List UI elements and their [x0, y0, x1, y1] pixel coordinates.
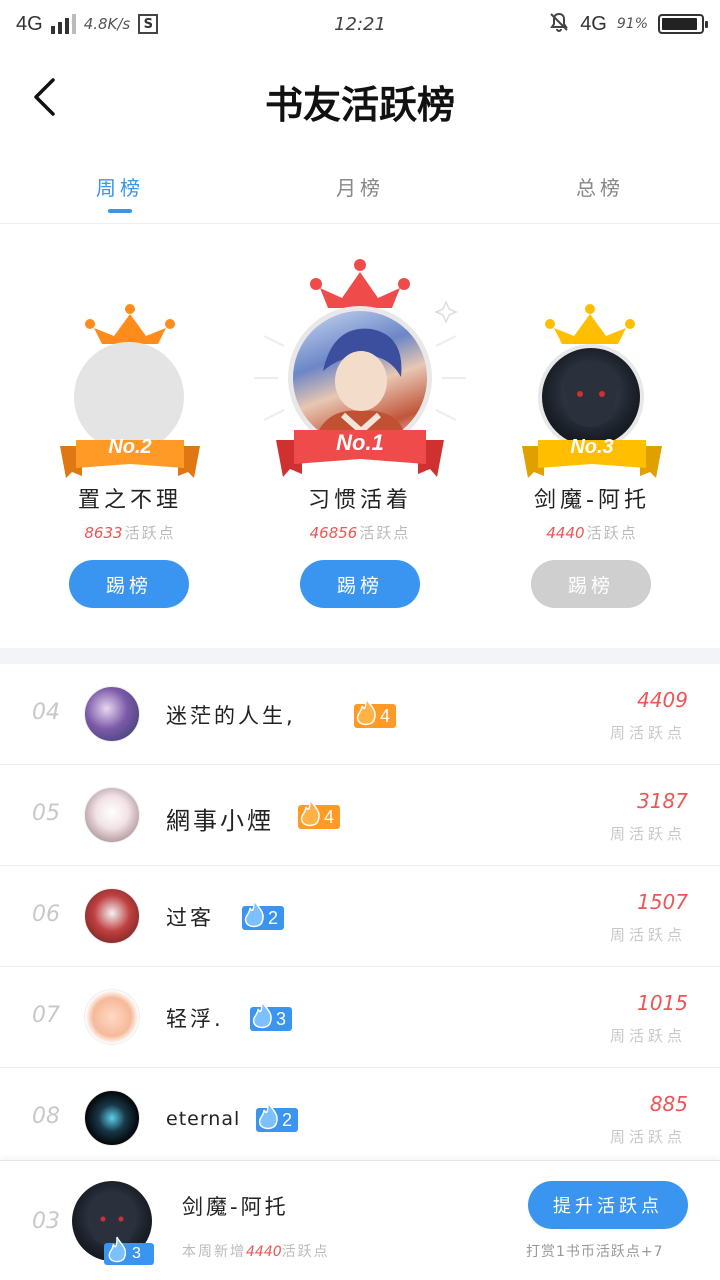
tab-bar: 周榜 月榜 总榜: [0, 160, 720, 224]
boost-activity-button[interactable]: 提升活跃点: [528, 1181, 688, 1229]
user-name: 迷茫的人生,: [166, 704, 296, 728]
score-value: 46856: [309, 524, 358, 542]
score-value: 3187: [637, 789, 688, 813]
score-unit: 周活跃点: [609, 825, 686, 843]
reward-hint: 打赏1书币活跃点+7: [526, 1244, 664, 1260]
score-unit: 周活跃点: [609, 1027, 686, 1045]
level-value: 4: [380, 705, 391, 726]
user-name: 过客: [166, 906, 214, 930]
score-value: 8633: [84, 524, 123, 542]
level-value: 3: [132, 1245, 141, 1262]
level-value: 2: [268, 907, 279, 928]
score-unit: 周活跃点: [609, 724, 686, 742]
podium: No.2 置之不理 8633 活跃点 踢榜 No.1 习惯活着 46856 活跃…: [0, 226, 720, 648]
score: 46856 活跃点: [230, 522, 490, 543]
user-name: 剑魔-阿托: [182, 1195, 289, 1219]
my-rank-bar: 03 3 剑魔-阿托 本周新增4440活跃点 提升活跃点 打赏1书币活跃点+7: [0, 1160, 720, 1280]
kick-button[interactable]: 踢榜: [69, 560, 189, 608]
level-value: 4: [324, 806, 335, 827]
score-value: 4440: [546, 524, 585, 542]
s-app-icon: S: [138, 14, 159, 34]
fire-icon: [258, 1101, 278, 1130]
weekly-value: 4440: [246, 1244, 282, 1260]
fire-icon: [252, 1000, 272, 1029]
score-value: 1507: [637, 890, 688, 914]
rank-badge-text: No.1: [336, 430, 384, 455]
avatar[interactable]: [84, 686, 140, 742]
level-badge: 4: [354, 697, 397, 728]
rank-list: 04 迷茫的人生, 4 4409 周活跃点 05 網事小煙 4 3187 周活跃…: [0, 664, 720, 1169]
score-unit: 周活跃点: [609, 926, 686, 944]
network-speed: 4.8K/s: [83, 15, 131, 33]
section-divider: [0, 648, 720, 664]
crown-icon: [85, 304, 175, 344]
avatar[interactable]: [84, 787, 140, 843]
level-badge: 3: [250, 1000, 293, 1031]
network-type: 4G: [16, 12, 43, 35]
level-badge: 3: [104, 1236, 154, 1265]
tab-monthly[interactable]: 月榜: [240, 160, 480, 223]
signal-icon: [50, 14, 76, 34]
user-name: 习惯活着: [307, 488, 412, 513]
rank-badge-text: No.2: [108, 436, 152, 458]
rank-number: 05: [32, 801, 60, 826]
user-name: 剑魔-阿托: [534, 488, 650, 513]
podium-first: No.1 习惯活着 46856 活跃点 踢榜: [230, 226, 490, 648]
kick-button[interactable]: 踢榜: [531, 560, 651, 608]
score-value: 4409: [637, 688, 688, 712]
list-item[interactable]: 04 迷茫的人生, 4 4409 周活跃点: [0, 664, 720, 765]
crown-icon: [545, 304, 635, 344]
fire-icon: [244, 899, 264, 928]
level-value: 3: [276, 1008, 287, 1029]
avatar[interactable]: [84, 888, 140, 944]
weekly-prefix: 本周新增: [182, 1244, 246, 1260]
avatar[interactable]: [84, 1090, 140, 1146]
podium-third: No.3 剑魔-阿托 4440 活跃点 踢榜: [460, 226, 720, 648]
weekly-increase: 本周新增4440活跃点: [182, 1241, 330, 1261]
rank-number: 03: [32, 1209, 60, 1234]
score-unit: 周活跃点: [609, 1128, 686, 1146]
level-badge: 2: [256, 1101, 299, 1132]
tab-weekly[interactable]: 周榜: [0, 160, 240, 223]
bell-off-icon: [548, 11, 570, 38]
user-name: 置之不理: [77, 488, 182, 513]
rank-badge-text: No.3: [570, 436, 614, 458]
battery-percent: 91%: [616, 16, 648, 32]
user-name: eternal: [166, 1108, 241, 1130]
level-badge: 4: [298, 798, 341, 829]
list-item[interactable]: 06 过客 2 1507 周活跃点: [0, 866, 720, 967]
weekly-suffix: 活跃点: [281, 1244, 330, 1260]
crown-icon: [310, 259, 410, 308]
rank-number: 06: [32, 902, 60, 927]
kick-button[interactable]: 踢榜: [300, 560, 420, 608]
rank-number: 08: [32, 1104, 60, 1129]
list-item[interactable]: 08 eternal 2 885 周活跃点: [0, 1068, 720, 1169]
status-bar: 4G 4.8K/s S 12:21 4G 91%: [0, 0, 720, 48]
header: 书友活跃榜: [0, 48, 720, 148]
fire-icon: [300, 798, 320, 827]
rank-number: 04: [32, 700, 60, 725]
list-item[interactable]: 05 網事小煙 4 3187 周活跃点: [0, 765, 720, 866]
user-name: 轻浮.: [166, 1007, 224, 1031]
user-name: 網事小煙: [166, 807, 274, 835]
page-title: 书友活跃榜: [264, 82, 455, 127]
level-value: 2: [282, 1109, 293, 1130]
score-value: 885: [649, 1092, 688, 1116]
score-unit: 活跃点: [586, 524, 638, 542]
tab-total[interactable]: 总榜: [480, 160, 720, 223]
avatar[interactable]: [84, 989, 140, 1045]
score-unit: 活跃点: [124, 524, 176, 542]
list-item[interactable]: 07 轻浮. 3 1015 周活跃点: [0, 967, 720, 1068]
battery-icon: [658, 14, 708, 34]
score: 4440 活跃点: [460, 522, 720, 543]
fire-icon: [356, 697, 376, 726]
level-badge: 2: [242, 899, 285, 930]
podium-second: No.2 置之不理 8633 活跃点 踢榜: [0, 226, 260, 648]
network-type-right: 4G: [580, 12, 607, 35]
fire-icon: [108, 1236, 127, 1263]
score-value: 1015: [637, 991, 688, 1015]
rank-number: 07: [32, 1003, 60, 1028]
score: 8633 活跃点: [0, 522, 260, 543]
score-unit: 活跃点: [359, 524, 411, 542]
